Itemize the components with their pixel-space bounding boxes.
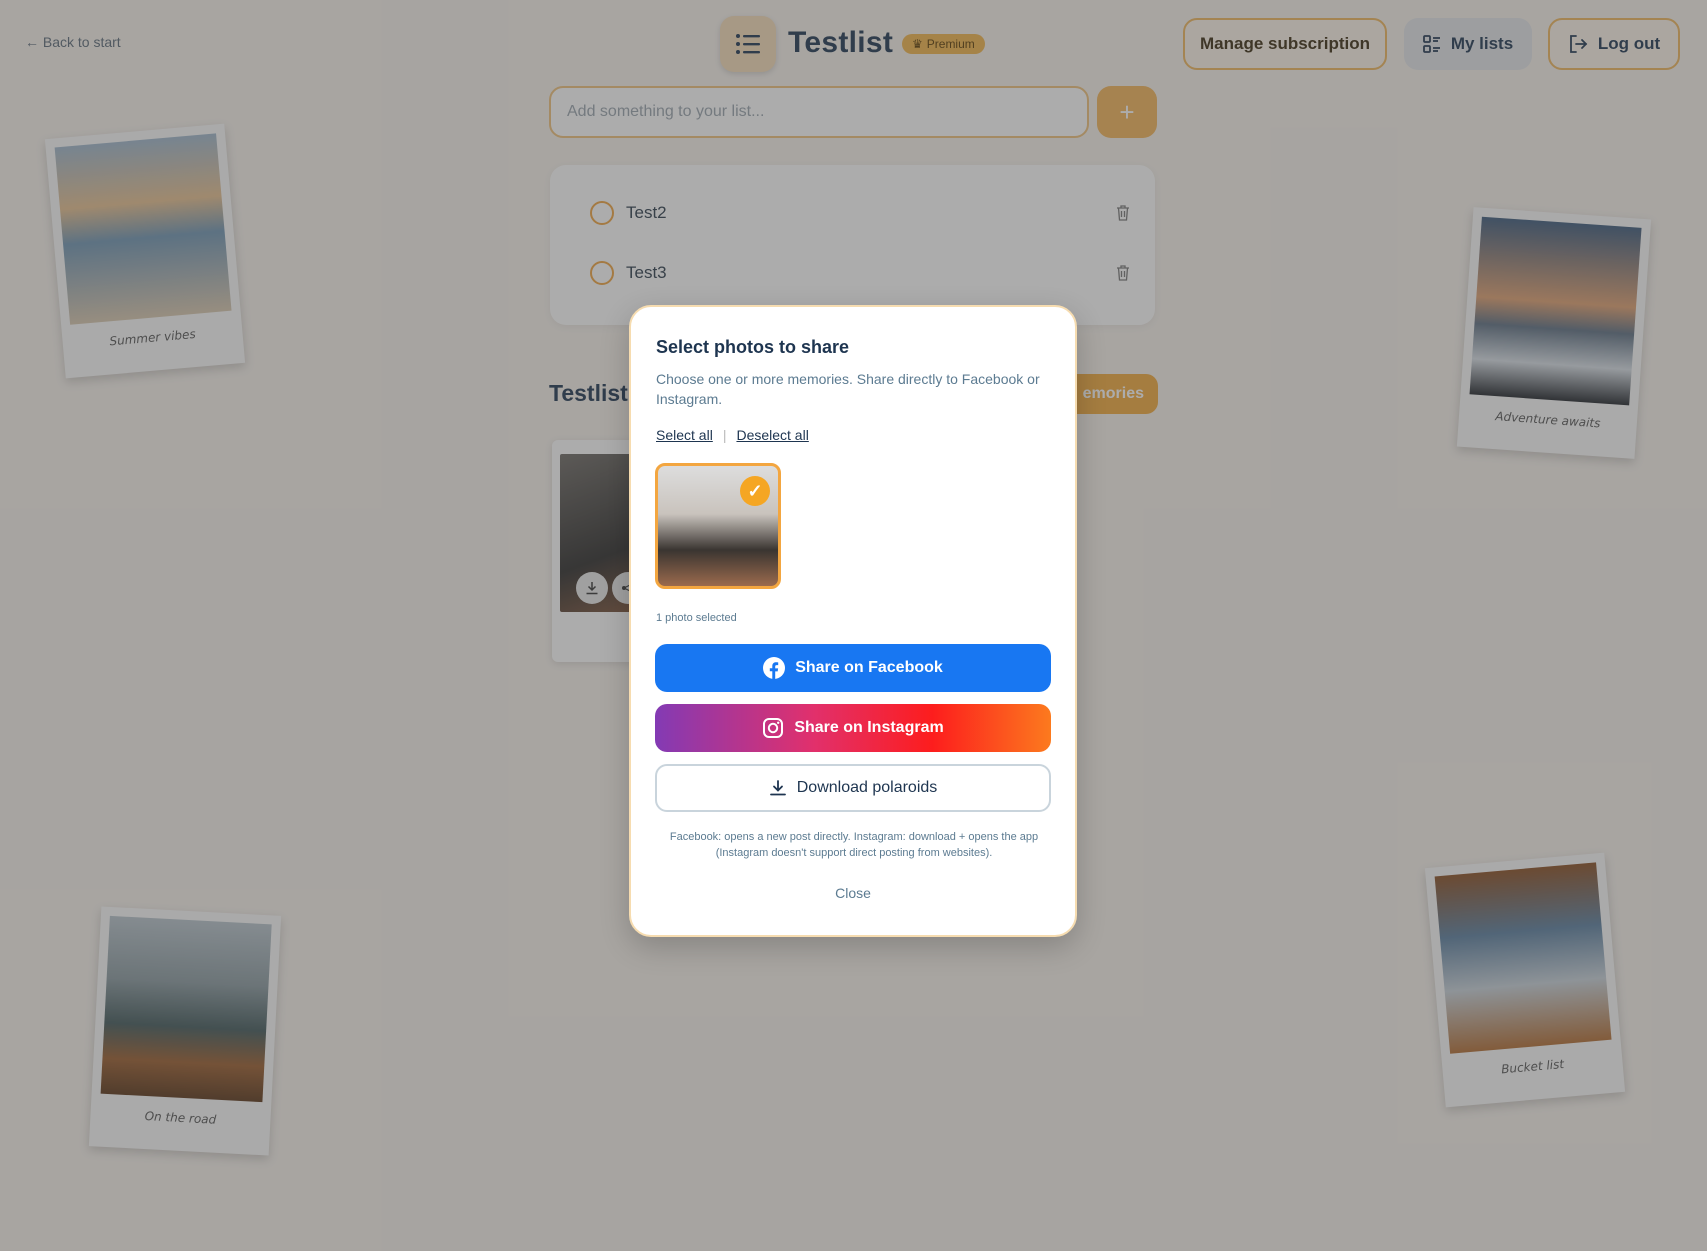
modal-title: Select photos to share: [656, 337, 850, 357]
link-separator: |: [722, 427, 727, 443]
share-photos-modal: Select photos to share Choose one or mor…: [629, 305, 1077, 937]
instagram-icon: [763, 718, 784, 738]
download-polaroids-label: Download polaroids: [796, 779, 938, 796]
facebook-icon: [763, 657, 786, 679]
modal-description: Choose one or more memories. Share direc…: [656, 371, 1040, 407]
share-facebook-button[interactable]: Share on Facebook: [655, 644, 1051, 692]
close-button[interactable]: Close: [631, 885, 1075, 901]
page: ← Back to start Testlist ♛ Premium Manag…: [0, 0, 1707, 1251]
share-facebook-label: Share on Facebook: [795, 659, 943, 676]
selectable-photo-thumbnail[interactable]: ✓: [655, 463, 781, 589]
checkmark-icon: ✓: [740, 476, 770, 506]
share-instagram-button[interactable]: Share on Instagram: [655, 704, 1051, 752]
selection-links: Select all | Deselect all: [656, 427, 809, 443]
share-instagram-label: Share on Instagram: [794, 719, 944, 736]
download-polaroids-button[interactable]: Download polaroids: [655, 764, 1051, 812]
download-icon: [769, 780, 786, 796]
share-note: Facebook: opens a new post directly. Ins…: [669, 831, 1039, 859]
selected-count: 1 photo selected: [656, 612, 737, 624]
deselect-all-link[interactable]: Deselect all: [736, 427, 808, 443]
select-all-link[interactable]: Select all: [656, 427, 713, 443]
